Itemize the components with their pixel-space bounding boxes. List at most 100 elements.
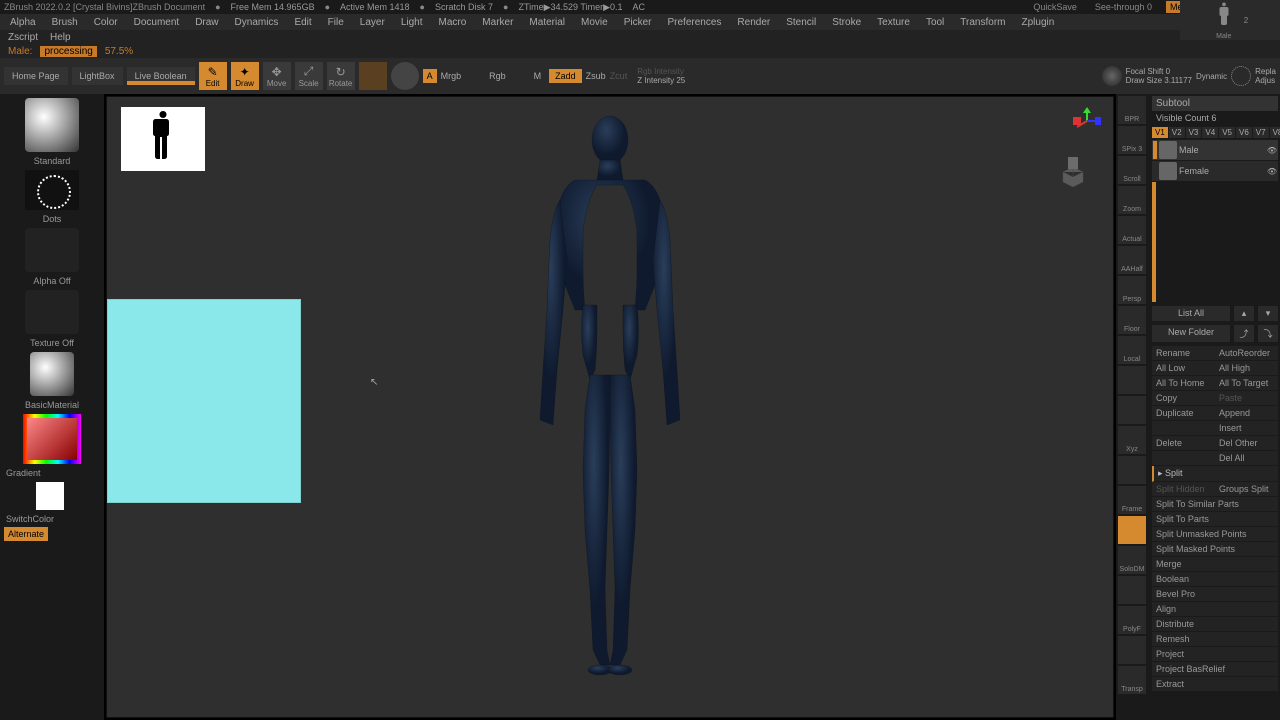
op-extract[interactable]: Extract xyxy=(1152,677,1278,692)
rtool-blank-16[interactable] xyxy=(1118,576,1146,604)
rtool-actual[interactable]: Actual xyxy=(1118,216,1146,244)
axis-gizmo[interactable] xyxy=(1073,107,1101,135)
arrow-down-icon[interactable]: ▾ xyxy=(1258,306,1278,321)
op-all-low[interactable]: All Low xyxy=(1152,361,1215,376)
stroke-preview[interactable] xyxy=(25,170,79,210)
vtab-v8[interactable]: V8 xyxy=(1270,127,1280,138)
quicksave-button[interactable]: QuickSave xyxy=(1029,1,1081,13)
op-boolean[interactable]: Boolean xyxy=(1152,572,1278,587)
op-align[interactable]: Align xyxy=(1152,602,1278,617)
vtab-v5[interactable]: V5 xyxy=(1219,127,1235,138)
mrgb-button[interactable]: Mrgb xyxy=(441,71,462,81)
gizmo-button[interactable] xyxy=(359,62,387,90)
viewport[interactable]: ↖ xyxy=(106,96,1114,718)
edit-mode-button[interactable]: ✎Edit xyxy=(199,62,227,90)
op-split-to-parts[interactable]: Split To Parts xyxy=(1152,512,1278,527)
rtool-xyz[interactable]: Xyz xyxy=(1118,426,1146,454)
vtab-v6[interactable]: V6 xyxy=(1236,127,1252,138)
reference-thumbnail[interactable] xyxy=(121,107,205,171)
rtool-spix-3[interactable]: SPix 3 xyxy=(1118,126,1146,154)
switchcolor-label[interactable]: SwitchColor xyxy=(2,512,102,526)
menu-layer[interactable]: Layer xyxy=(354,17,391,28)
op-project-basrelief[interactable]: Project BasRelief xyxy=(1152,662,1278,677)
op-append[interactable]: Append xyxy=(1215,406,1278,421)
vtab-v2[interactable]: V2 xyxy=(1169,127,1185,138)
op-all-high[interactable]: All High xyxy=(1215,361,1278,376)
subtool-header[interactable]: Subtool xyxy=(1152,96,1278,111)
menu-file[interactable]: File xyxy=(322,17,350,28)
alpha-preview[interactable] xyxy=(25,228,79,272)
vtab-v3[interactable]: V3 xyxy=(1186,127,1202,138)
focalshift-slider[interactable]: Focal Shift 0 xyxy=(1126,67,1192,76)
rtool-blank-12[interactable] xyxy=(1118,456,1146,484)
menu-tool[interactable]: Tool xyxy=(920,17,950,28)
lightbox-button[interactable]: LightBox xyxy=(72,67,123,85)
menu-zplugin[interactable]: Zplugin xyxy=(1016,17,1061,28)
material-preview[interactable] xyxy=(30,352,74,396)
rtool-solodm[interactable]: SoloDM xyxy=(1118,546,1146,574)
seethrough-slider[interactable]: See-through 0 xyxy=(1091,1,1156,13)
menu-stroke[interactable]: Stroke xyxy=(826,17,867,28)
menu-stencil[interactable]: Stencil xyxy=(780,17,822,28)
rtool-frame[interactable]: Frame xyxy=(1118,486,1146,514)
newfolder-button[interactable]: New Folder xyxy=(1152,325,1230,342)
rtool-blank-14[interactable] xyxy=(1118,516,1146,544)
rtool-persp[interactable]: Persp xyxy=(1118,276,1146,304)
op-split-unmasked-points[interactable]: Split Unmasked Points xyxy=(1152,527,1278,542)
menu-macro[interactable]: Macro xyxy=(433,17,473,28)
rgb-button[interactable]: Rgb xyxy=(489,71,506,81)
zsub-button[interactable]: Zsub xyxy=(586,71,606,81)
op-del-all[interactable]: Del All xyxy=(1215,451,1278,466)
scale-mode-button[interactable]: ⤢Scale xyxy=(295,62,323,90)
homepage-button[interactable]: Home Page xyxy=(4,67,68,85)
texture-preview[interactable] xyxy=(25,290,79,334)
rtool-transp[interactable]: Transp xyxy=(1118,666,1146,694)
menu-dynamics[interactable]: Dynamics xyxy=(229,17,285,28)
menu-light[interactable]: Light xyxy=(395,17,429,28)
zintensity-slider[interactable]: Z Intensity 25 xyxy=(637,76,685,85)
brush-preview[interactable] xyxy=(25,98,79,152)
menu-render[interactable]: Render xyxy=(731,17,776,28)
arrow-up-icon[interactable]: ▴ xyxy=(1234,306,1254,321)
rotate-mode-button[interactable]: ↻Rotate xyxy=(327,62,355,90)
op-split-masked-points[interactable]: Split Masked Points xyxy=(1152,542,1278,557)
scroll-indicator[interactable] xyxy=(1152,182,1156,302)
rtool-zoom[interactable]: Zoom xyxy=(1118,186,1146,214)
menu-marker[interactable]: Marker xyxy=(476,17,519,28)
op-all-to-target[interactable]: All To Target xyxy=(1215,376,1278,391)
menu-document[interactable]: Document xyxy=(128,17,186,28)
dynamic-button[interactable]: Dynamic xyxy=(1196,72,1227,81)
rtool-bpr[interactable]: BPR xyxy=(1118,96,1146,124)
op-bevel-pro[interactable]: Bevel Pro xyxy=(1152,587,1278,602)
zscript-menu[interactable]: Zscript xyxy=(8,32,38,43)
op-delete[interactable]: Delete xyxy=(1152,436,1215,451)
menu-preferences[interactable]: Preferences xyxy=(661,17,727,28)
m-button[interactable]: M xyxy=(534,71,542,81)
vtab-v4[interactable]: V4 xyxy=(1202,127,1218,138)
rtool-floor[interactable]: Floor xyxy=(1118,306,1146,334)
zadd-button[interactable]: Zadd xyxy=(549,69,582,83)
op-del-other[interactable]: Del Other xyxy=(1215,436,1278,451)
rtool-scroll[interactable]: Scroll xyxy=(1118,156,1146,184)
vtab-v1[interactable]: V1 xyxy=(1152,127,1168,138)
subtool-item-female[interactable]: Female👁 xyxy=(1152,161,1278,181)
split-section[interactable]: ▸ Split xyxy=(1152,466,1278,482)
alternate-button[interactable]: Alternate xyxy=(4,527,48,541)
op-all-to-home[interactable]: All To Home xyxy=(1152,376,1215,391)
op-copy[interactable]: Copy xyxy=(1152,391,1215,406)
replay-button[interactable]: Repla xyxy=(1255,67,1276,76)
help-menu[interactable]: Help xyxy=(50,32,71,43)
adjust-button[interactable]: Adjus xyxy=(1255,76,1276,85)
human-model[interactable] xyxy=(505,110,715,680)
op-distribute[interactable]: Distribute xyxy=(1152,617,1278,632)
listall-button[interactable]: List All xyxy=(1152,306,1230,321)
op-rename[interactable]: Rename xyxy=(1152,346,1215,361)
moveup-icon[interactable]: ⤴ xyxy=(1234,325,1254,342)
subtool-item-male[interactable]: Male👁 xyxy=(1152,140,1278,160)
op-insert[interactable]: Insert xyxy=(1215,421,1278,436)
rtool-blank-18[interactable] xyxy=(1118,636,1146,664)
vtab-v7[interactable]: V7 xyxy=(1253,127,1269,138)
menu-brush[interactable]: Brush xyxy=(46,17,84,28)
a-button[interactable]: A xyxy=(423,69,437,83)
menu-picker[interactable]: Picker xyxy=(618,17,658,28)
